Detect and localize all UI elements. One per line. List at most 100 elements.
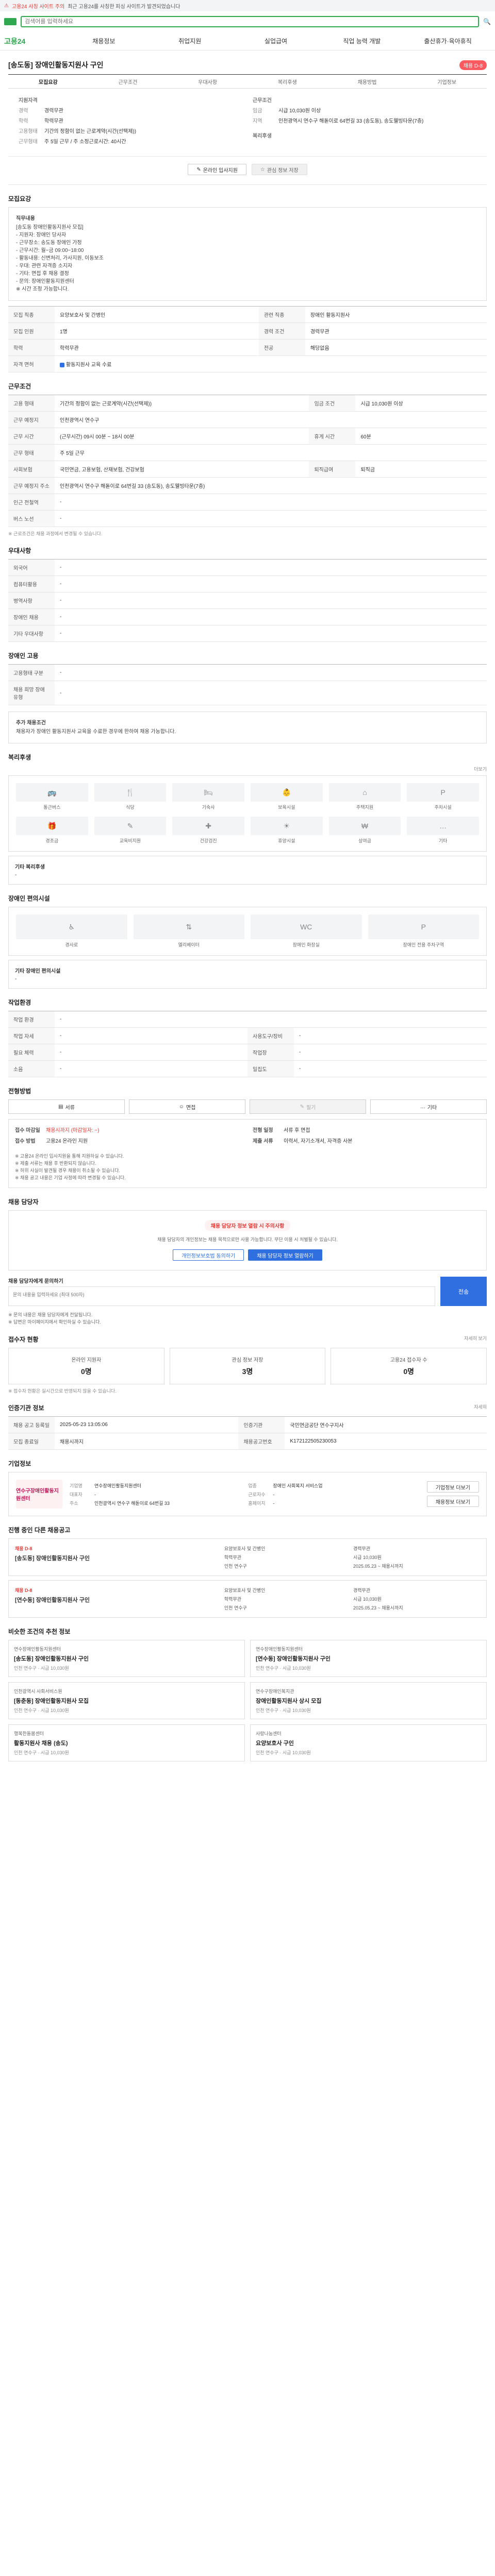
- summary-row: 고용형태 기간의 정함이 없는 근로계약(시간(선택제)): [19, 128, 242, 135]
- sim-title[interactable]: 요양보호사 구인: [256, 1739, 481, 1747]
- convenience-item: ♿ 경사로: [16, 914, 127, 948]
- list-item[interactable]: 연수장애인활동지원센터 [송도동] 장애인활동지원사 구인 인천 연수구 · 시급 …: [8, 1640, 245, 1677]
- row-value: -: [55, 1044, 248, 1061]
- nav-item-support[interactable]: 취업지원: [147, 37, 233, 45]
- row-key: 자격 면허: [8, 355, 55, 372]
- sim-meta: 인천 연수구 · 시급 10,030원: [14, 1666, 69, 1671]
- table-row: 기타 우대사항 -: [8, 625, 487, 642]
- list-item[interactable]: 채용 D-8 [연수동] 장애인활동지원사 구인 요양보호사 및 간병인 경력무…: [8, 1580, 487, 1618]
- list-item[interactable]: 행복한돌봄센터 활동지원사 채용 (송도) 인천 연수구 · 시급 10,030원: [8, 1724, 245, 1761]
- apply-button[interactable]: ✎ 온라인 입사지원: [188, 164, 246, 175]
- summary-key: 지역: [253, 118, 262, 124]
- info-more[interactable]: 자세히: [474, 1403, 487, 1416]
- sim-meta: 인천 연수구 · 시급 10,030원: [256, 1666, 311, 1671]
- desc-line: - 우대: 관련 자격증 소지자: [16, 263, 73, 269]
- action-row: ✎ 온라인 입사지원 ☆ 관심 정보 저장: [8, 157, 487, 185]
- tab-company[interactable]: 기업정보: [407, 78, 487, 86]
- sim-title[interactable]: [송도동] 장애인활동지원사 구인: [14, 1654, 239, 1663]
- row-key: 관련 직종: [258, 306, 305, 323]
- convenience-item: P 장애인 전용 주차구역: [368, 914, 479, 948]
- row-value: -: [55, 1027, 248, 1044]
- search-bar: 🔍: [0, 11, 495, 32]
- brand[interactable]: 고용24: [4, 36, 61, 46]
- row-value: 요양보호사 및 간병인: [55, 306, 259, 323]
- stats-more[interactable]: 자세히 보기: [464, 1335, 487, 1348]
- row-value: -: [55, 681, 487, 705]
- sim-title[interactable]: [동춘동] 장애인활동지원사 모집: [14, 1697, 239, 1705]
- ongoing-name[interactable]: [송도동] 장애인활동지원사 구인: [15, 1554, 224, 1562]
- row-value: 시급 10,030원 이상: [355, 395, 487, 412]
- method-col-left: 접수 마감일 채용시까지 (마감일자: ~) 접수 방법 고용24 온라인 지원: [15, 1126, 242, 1147]
- edu-icon: ✎: [94, 817, 167, 835]
- sim-title[interactable]: 장애인활동지원사 상시 모집: [256, 1697, 481, 1705]
- scrap-button[interactable]: ☆ 관심 정보 저장: [251, 164, 307, 175]
- nav-item-training[interactable]: 직업 능력 개발: [319, 37, 405, 45]
- company-more-button[interactable]: 기업정보 더보기: [426, 1481, 479, 1493]
- benefit-label: 주차시설: [434, 805, 452, 810]
- list-item[interactable]: 연수장애인활동지원센터 [연수동] 장애인활동지원사 구인 인천 연수구 · 시급 …: [250, 1640, 487, 1677]
- meta: 요양보호사 및 간병인: [224, 1588, 266, 1593]
- sim-company: 인천광역시 사회서비스원: [14, 1689, 62, 1694]
- benefit-item: 🛏 기숙사: [172, 783, 244, 810]
- table-row: 근무 형태 주 5일 근무: [8, 444, 487, 461]
- conditions-section: 근무조건 고용 형태 기간의 정함이 없는 근로계약(시간(선택제)) 임금 조건 시…: [8, 382, 487, 537]
- summary-row: 근무형태 주 5일 근무 / 주 소정근로시간: 40시간: [19, 139, 242, 146]
- row-key: 기타 우대사항: [8, 625, 55, 642]
- inquiry-label: 채용 담당자에게 문의하기: [8, 1279, 63, 1284]
- sim-title[interactable]: [연수동] 장애인활동지원사 구인: [256, 1654, 481, 1663]
- company-jobs-button[interactable]: 채용정보 더보기: [426, 1496, 479, 1507]
- table-row: 버스 노선 -: [8, 510, 487, 527]
- view-contact-button[interactable]: 채용 담당자 정보 열람하기: [248, 1249, 322, 1261]
- similar-section: 비슷한 조건의 추천 정보 연수장애인활동지원센터 [송도동] 장애인활동지원사 …: [8, 1627, 487, 1761]
- inquiry-textarea[interactable]: [8, 1286, 435, 1306]
- contact-buttons: 개인정보보호법 동의하기 채용 담당자 정보 열람하기: [18, 1249, 477, 1261]
- house-icon: ⌂: [328, 783, 401, 802]
- disability-section: 장애인 고용 고용형태 구분 - 채용 희망 장애 유형 - 추가 채용조건 채용자…: [8, 651, 487, 743]
- method-key: 전형 일정: [253, 1128, 273, 1133]
- agree-button[interactable]: 개인정보보호법 동의하기: [173, 1249, 244, 1261]
- row-value: (근무시간) 09시 00분 ~ 18시 00분: [55, 428, 309, 445]
- notice-text[interactable]: 최근 고용24를 사칭한 피싱 사이트가 발견되었습니다: [68, 2, 180, 10]
- nav-item-leave[interactable]: 출산휴가·육아휴직: [405, 37, 491, 45]
- summary-row: 경력 경력무관: [19, 108, 242, 115]
- sim-meta: 인천 연수구 · 시급 10,030원: [256, 1708, 311, 1713]
- ongoing-name[interactable]: [연수동] 장애인활동지원사 구인: [15, 1596, 224, 1604]
- inquiry-field-wrap: 채용 담당자에게 문의하기: [8, 1277, 435, 1306]
- meta: 학력무관: [224, 1597, 242, 1602]
- tab-welfare[interactable]: 복리후생: [248, 78, 327, 86]
- benefit-item: P 주차시설: [407, 783, 479, 810]
- row-key: 경력 조건: [258, 323, 305, 340]
- row-key: 필요 체력: [8, 1044, 55, 1061]
- send-button[interactable]: 전송: [440, 1277, 487, 1306]
- doc-icon: ▤: [58, 1104, 63, 1110]
- stat-label: 고용24 접수자 수: [390, 1358, 427, 1363]
- logo[interactable]: [4, 18, 16, 25]
- convenience-label: 엘리베이터: [178, 942, 200, 947]
- nav-item-jobs[interactable]: 채용정보: [61, 37, 147, 45]
- table-row: 작업 환경 -: [8, 1011, 487, 1028]
- method-label: 기타: [427, 1105, 437, 1111]
- list-item[interactable]: 채용 D-8 [송도동] 장애인활동지원사 구인 요양보호사 및 간병인 경력무…: [8, 1538, 487, 1576]
- method-section: 전형방법 ▤ 서류 ☺ 면접 ✎ 필기 … 기타 접수 마감일 채용시까지 (마감일자: …: [8, 1087, 487, 1188]
- stat-label: 온라인 지원자: [71, 1358, 102, 1363]
- summary-value: 주 5일 근무 / 주 소정근로시간: 40시간: [44, 139, 126, 145]
- list-item[interactable]: 인천광역시 사회서비스원 [동춘동] 장애인활동지원사 모집 인천 연수구 · 시급…: [8, 1682, 245, 1719]
- search-icon[interactable]: 🔍: [483, 18, 491, 25]
- summary-key: 고용형태: [19, 129, 38, 134]
- tab-conditions[interactable]: 근무조건: [88, 78, 168, 86]
- list-item[interactable]: 사랑나눔센터 요양보호사 구인 인천 연수구 · 시급 10,030원: [250, 1724, 487, 1761]
- env-title: 작업환경: [8, 999, 31, 1006]
- ongoing-left: 채용 D-8 [연수동] 장애인활동지원사 구인: [15, 1587, 224, 1611]
- search-input[interactable]: [21, 16, 480, 27]
- list-item[interactable]: 연수구장애인복지관 장애인활동지원사 상시 모집 인천 연수구 · 시급 10,03…: [250, 1682, 487, 1719]
- company-row: 업종 장애인 사회복지 서비스업: [248, 1482, 419, 1489]
- tab-recruit[interactable]: 모집요강: [8, 78, 88, 86]
- row-value: 인천광역시 연수구: [55, 411, 487, 428]
- tab-method[interactable]: 채용방법: [327, 78, 407, 86]
- similar-grid: 연수장애인활동지원센터 [송도동] 장애인활동지원사 구인 인천 연수구 · 시급 …: [8, 1640, 487, 1761]
- method-key: 접수 마감일: [15, 1128, 40, 1133]
- welfare-more[interactable]: 더보기: [8, 766, 487, 772]
- tab-preference[interactable]: 우대사항: [168, 78, 248, 86]
- sim-title[interactable]: 활동지원사 채용 (송도): [14, 1739, 239, 1747]
- nav-item-benefit[interactable]: 실업급여: [233, 37, 319, 45]
